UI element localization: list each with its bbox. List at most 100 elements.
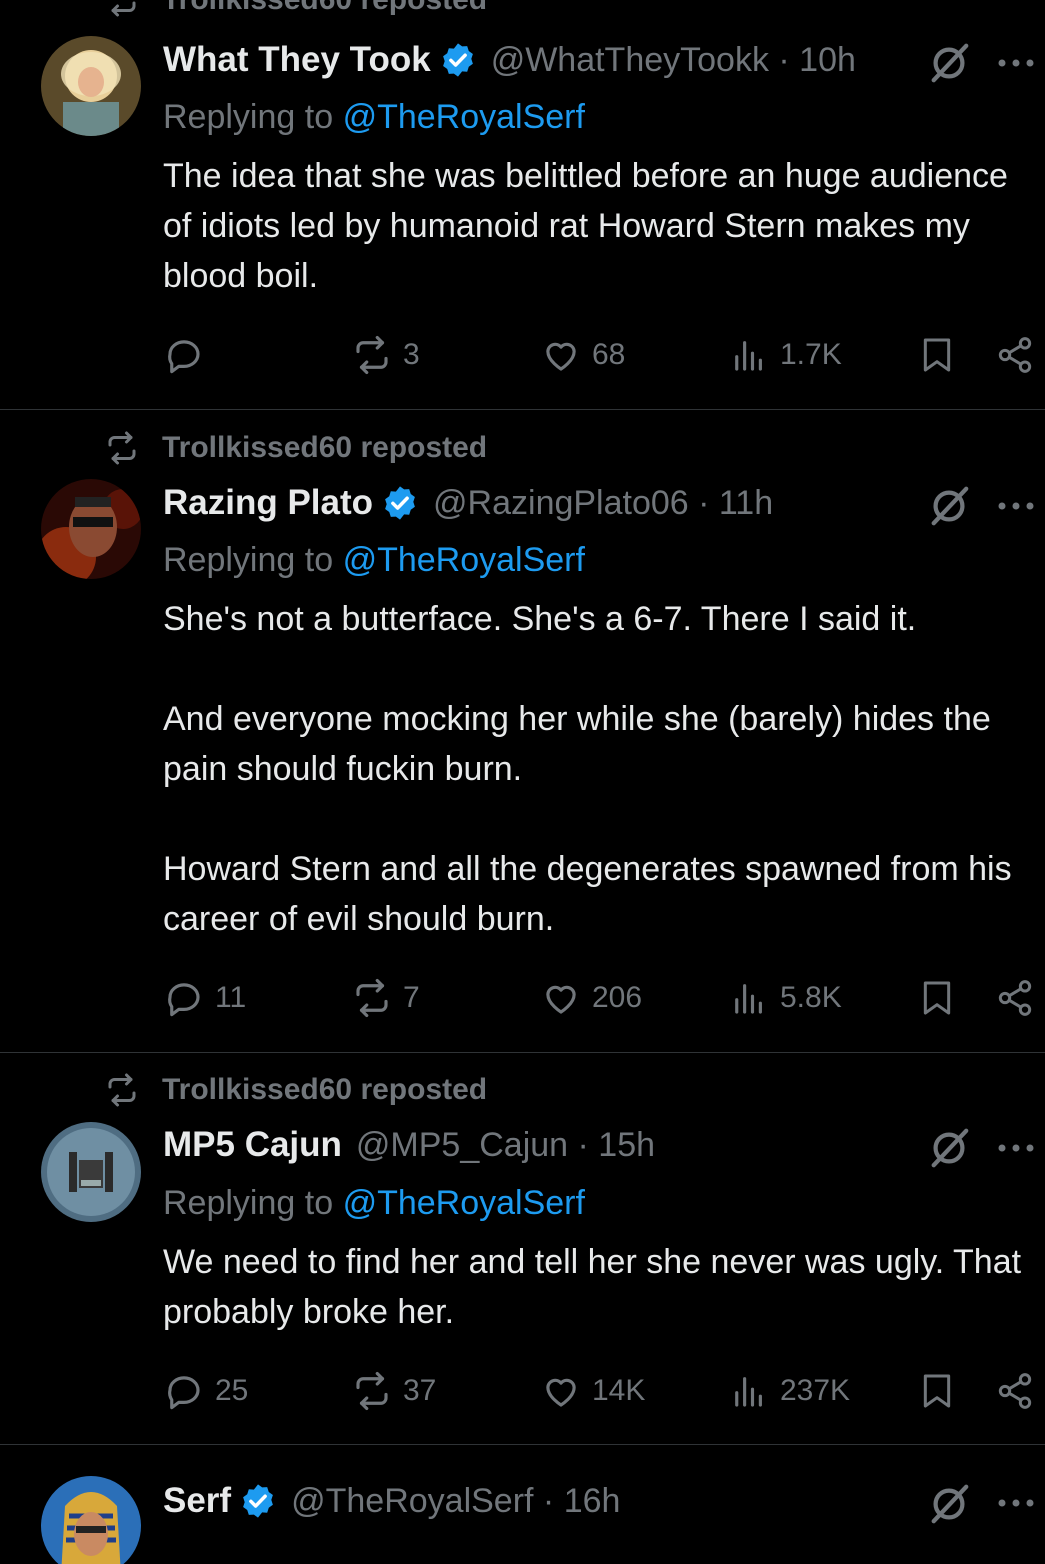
action-bar: 3 68 1.7K [0, 330, 1045, 380]
avatar[interactable] [41, 479, 141, 579]
bookmark-icon[interactable] [917, 1370, 957, 1412]
post-header: MP5 Cajun @MP5_Cajun · 15h [163, 1121, 655, 1169]
reply-button[interactable]: 11 [163, 973, 246, 1023]
repost-count: 3 [403, 338, 420, 371]
repost-icon [111, 1, 136, 17]
post-header: Razing Plato @RazingPlato06 · 11h [163, 479, 773, 527]
like-count: 206 [592, 981, 643, 1014]
repost-indicator: Trollkissed60 reposted [104, 0, 487, 18]
replying-to-label: Replying to [163, 541, 334, 579]
repost-count: 37 [403, 1374, 437, 1407]
display-name[interactable]: What They Took [163, 40, 431, 80]
handle-and-time[interactable]: @WhatTheyTookk · 10h [491, 41, 856, 80]
share-icon[interactable] [995, 334, 1035, 376]
views-button[interactable]: 5.8K [728, 973, 842, 1023]
post-header: Serf @TheRoyalSerf · 16h [163, 1477, 620, 1525]
post-paragraph: And everyone mocking her while she (bare… [163, 700, 991, 788]
share-icon[interactable] [995, 977, 1035, 1019]
more-options-icon[interactable] [996, 1497, 1036, 1509]
post-text: She's not a butterface. She's a 6-7. The… [163, 594, 1033, 944]
like-count: 68 [592, 338, 626, 371]
share-icon[interactable] [995, 1370, 1035, 1412]
display-name[interactable]: Razing Plato [163, 483, 373, 523]
repost-button[interactable]: 7 [351, 973, 420, 1023]
grok-icon[interactable] [926, 1481, 972, 1527]
reply-count: 11 [215, 981, 247, 1014]
repost-button[interactable]: 37 [351, 1366, 436, 1416]
repost-icon [108, 1073, 136, 1107]
replying-to: Replying to @TheRoyalSerf [163, 98, 585, 137]
views-icon [735, 1377, 762, 1407]
repost-button[interactable]: 3 [351, 330, 420, 380]
verified-badge-icon [243, 1484, 273, 1518]
more-options-icon[interactable] [996, 500, 1036, 512]
views-icon [735, 341, 762, 371]
repost-label: Trollkissed60 reposted [162, 1073, 488, 1106]
post-paragraph: The idea that she was belittled before a… [163, 157, 1008, 295]
reply-icon [168, 983, 200, 1017]
action-bar: 25 37 14K 237K [0, 1366, 1045, 1416]
view-count: 5.8K [780, 981, 842, 1014]
heart-icon [546, 342, 576, 371]
bookmark-icon[interactable] [917, 977, 957, 1019]
like-button[interactable]: 14K [540, 1366, 645, 1416]
post-text: We need to find her and tell her she nev… [163, 1237, 1033, 1337]
grok-icon[interactable] [926, 1125, 972, 1171]
repost-indicator: Trollkissed60 reposted [104, 1072, 487, 1108]
repost-icon [356, 978, 388, 1018]
post-text: The idea that she was belittled before a… [163, 151, 1033, 301]
more-options-icon[interactable] [996, 57, 1036, 69]
replying-to: Replying to @TheRoyalSerf [163, 1184, 585, 1223]
heart-icon [546, 985, 576, 1014]
views-button[interactable]: 237K [728, 1366, 850, 1416]
display-name[interactable]: Serf [163, 1481, 231, 1521]
post-header: What They Took @WhatTheyTookk · 10h [163, 36, 856, 84]
repost-label: Trollkissed60 reposted [162, 0, 487, 17]
reply-button[interactable] [163, 330, 215, 380]
mention-link[interactable]: @TheRoyalSerf [343, 541, 585, 579]
views-button[interactable]: 1.7K [728, 330, 842, 380]
post-divider [0, 1052, 1045, 1053]
avatar[interactable] [41, 1476, 141, 1564]
mention-link[interactable]: @TheRoyalSerf [343, 98, 585, 136]
action-bar: 11 7 206 5.8K [0, 973, 1045, 1023]
more-options-icon[interactable] [996, 1142, 1036, 1154]
repost-indicator: Trollkissed60 reposted [104, 430, 487, 466]
like-count: 14K [592, 1374, 646, 1407]
grok-icon[interactable] [926, 483, 972, 529]
grok-icon[interactable] [926, 40, 972, 86]
post-paragraph: She's not a butterface. She's a 6-7. The… [163, 600, 917, 638]
avatar[interactable] [41, 1122, 141, 1222]
display-name[interactable]: MP5 Cajun [163, 1125, 342, 1165]
reply-icon [168, 1376, 200, 1410]
post-paragraph: Howard Stern and all the degenerates spa… [163, 850, 1012, 938]
reply-icon [168, 340, 200, 374]
like-button[interactable]: 68 [540, 330, 625, 380]
handle-and-time[interactable]: @RazingPlato06 · 11h [433, 484, 773, 523]
avatar[interactable] [41, 36, 141, 136]
repost-count: 7 [403, 981, 420, 1014]
replying-to: Replying to @TheRoyalSerf [163, 541, 585, 580]
verified-badge-icon [442, 43, 473, 77]
post-divider [0, 409, 1045, 410]
repost-label: Trollkissed60 reposted [162, 431, 488, 464]
timeline-feed: Trollkissed60 reposted What They Took @W… [0, 0, 1045, 1564]
repost-icon [108, 431, 136, 465]
views-icon [735, 984, 762, 1014]
verified-badge-icon [385, 486, 415, 520]
post-divider [0, 1444, 1045, 1445]
view-count: 237K [780, 1374, 851, 1407]
replying-to-label: Replying to [163, 98, 334, 136]
handle-and-time[interactable]: @MP5_Cajun · 15h [356, 1126, 655, 1165]
like-button[interactable]: 206 [540, 973, 642, 1023]
reply-button[interactable]: 25 [163, 1366, 248, 1416]
replying-to-label: Replying to [163, 1184, 334, 1222]
heart-icon [546, 1378, 576, 1407]
repost-icon [356, 335, 388, 375]
bookmark-icon[interactable] [917, 334, 957, 376]
mention-link[interactable]: @TheRoyalSerf [343, 1184, 585, 1222]
post-paragraph: We need to find her and tell her she nev… [163, 1243, 1022, 1331]
handle-and-time[interactable]: @TheRoyalSerf · 16h [291, 1482, 620, 1521]
repost-icon [356, 1371, 388, 1411]
view-count: 1.7K [780, 338, 842, 371]
